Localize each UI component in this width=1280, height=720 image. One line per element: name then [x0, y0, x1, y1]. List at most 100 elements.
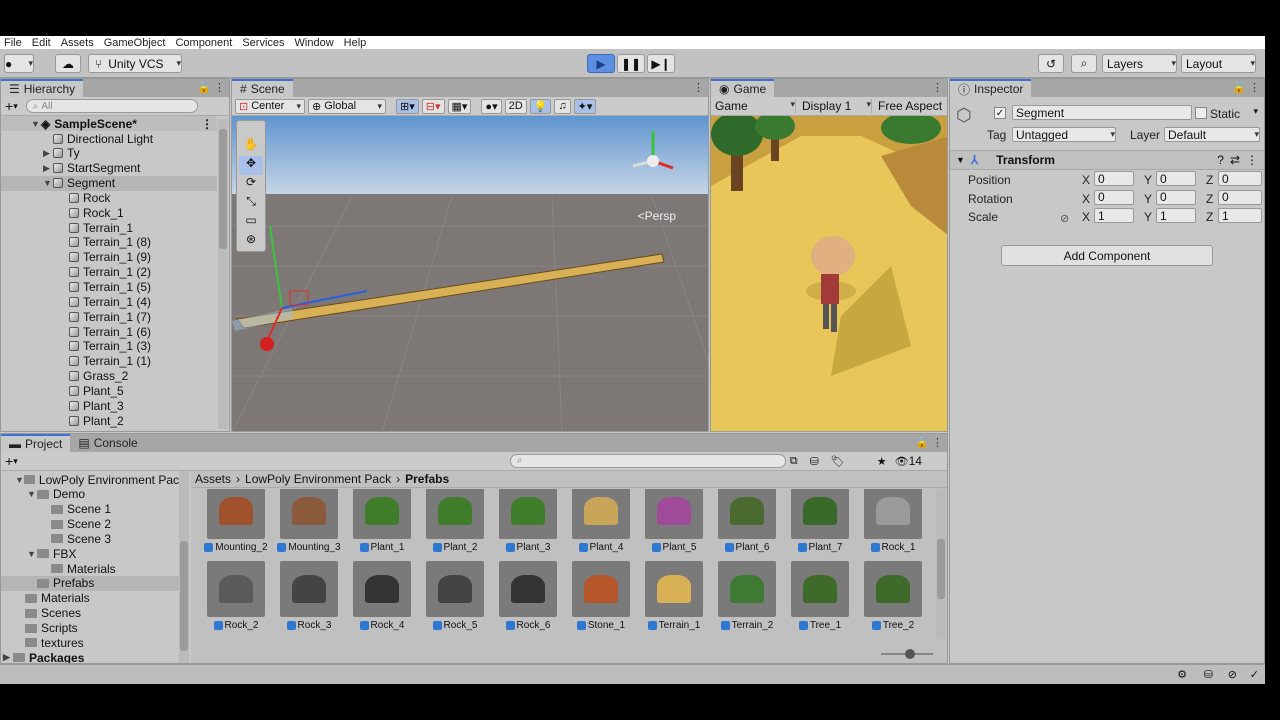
visibility-icon[interactable]: 👁: [895, 455, 909, 468]
search-filter-icon[interactable]: ⧉: [790, 455, 798, 468]
project-folder[interactable]: Scene 2: [1, 517, 179, 532]
active-checkbox[interactable]: ✓: [994, 107, 1006, 119]
foldout-icon[interactable]: ▼: [27, 489, 37, 499]
layer-dropdown[interactable]: Default: [1164, 127, 1260, 142]
menu-item-edit[interactable]: Edit: [32, 37, 51, 49]
step-button[interactable]: ▶❙: [647, 54, 675, 73]
slider-handle[interactable]: [905, 649, 915, 659]
add-icon[interactable]: +: [5, 453, 13, 469]
hierarchy-item[interactable]: Grass_2 (1): [1, 428, 217, 431]
panel-menu-icon[interactable]: 🔒 ⋮: [197, 81, 225, 94]
space-dropdown[interactable]: ⊕ Global: [308, 98, 386, 114]
project-folder[interactable]: Prefabs: [1, 575, 179, 591]
check-icon[interactable]: ✓: [1250, 668, 1259, 681]
scale-z-input[interactable]: 1: [1218, 208, 1262, 223]
filter-type-icon[interactable]: ⛁: [810, 455, 819, 468]
panel-menu-icon[interactable]: 🔒 ⋮: [1232, 81, 1260, 94]
favorite-icon[interactable]: ★: [877, 455, 887, 468]
project-folder[interactable]: Scenes: [1, 606, 179, 621]
asset-grid-scrollbar[interactable]: [936, 489, 946, 639]
hand-tool-icon[interactable]: ✋: [244, 137, 259, 156]
asset-item[interactable]: Plant_3: [495, 489, 561, 563]
panel-menu-icon[interactable]: ⋮: [932, 81, 943, 94]
more-icon[interactable]: ⋮: [201, 117, 213, 131]
asset-item[interactable]: Rock_2: [203, 561, 269, 641]
projection-label[interactable]: <Persp: [638, 209, 676, 223]
hierarchy-scrollbar[interactable]: [218, 119, 228, 429]
tab-scene[interactable]: # Scene: [232, 79, 293, 97]
hierarchy-item[interactable]: Directional Light: [1, 131, 217, 146]
hierarchy-item[interactable]: Terrain_1 (5): [1, 280, 217, 295]
project-folder[interactable]: Scene 1: [1, 502, 179, 517]
panel-menu-icon[interactable]: 🔒 ⋮: [915, 436, 943, 449]
asset-item[interactable]: Rock_6: [495, 561, 561, 641]
thumbnail-size-slider[interactable]: [881, 649, 933, 659]
tab-project[interactable]: ▬ Project: [1, 434, 71, 452]
game-render[interactable]: [711, 116, 947, 431]
tab-hierarchy[interactable]: ☰ Hierarchy: [1, 79, 84, 97]
asset-item[interactable]: Tree_1: [787, 561, 853, 641]
transform-header[interactable]: ▼ ⅄ Transform ? ⇄ ⋮: [950, 150, 1264, 170]
foldout-icon[interactable]: ▶: [3, 652, 13, 663]
tag-dropdown[interactable]: Untagged: [1012, 127, 1116, 142]
scale-tool-icon[interactable]: ⤡: [246, 194, 256, 213]
constrain-proportions-icon[interactable]: ⊘: [1060, 212, 1069, 225]
chevron-down-icon[interactable]: ▾: [13, 101, 18, 112]
asset-item[interactable]: Plant_1: [349, 489, 415, 563]
asset-item[interactable]: Terrain_2: [714, 561, 780, 641]
layers-dropdown[interactable]: Layers: [1102, 54, 1177, 73]
menu-item-gameobject[interactable]: GameObject: [104, 37, 166, 49]
asset-item[interactable]: Rock_4: [349, 561, 415, 641]
game-viewport[interactable]: [711, 116, 947, 431]
shading-mode-button[interactable]: ●▾: [481, 98, 502, 114]
project-folder[interactable]: ▼ FBX: [1, 546, 179, 561]
menu-item-file[interactable]: File: [4, 37, 22, 49]
aspect-dropdown[interactable]: Free Aspect: [871, 99, 942, 113]
audio-toggle[interactable]: ♫: [554, 98, 571, 114]
project-folder[interactable]: ▶ Packages: [1, 650, 179, 663]
static-checkbox[interactable]: [1195, 107, 1207, 119]
transform-tool-icon[interactable]: ⊛: [246, 232, 256, 251]
asset-item[interactable]: Mounting_3: [276, 489, 342, 563]
increment-snap-button[interactable]: ⊟▾: [421, 98, 445, 114]
foldout-icon[interactable]: ▼: [15, 475, 24, 485]
project-search-input[interactable]: ⌕: [509, 454, 786, 468]
bug-icon[interactable]: ⚙: [1177, 668, 1187, 681]
tab-console[interactable]: ▤ Console: [70, 434, 145, 452]
effects-toggle[interactable]: ✦▾: [573, 98, 597, 114]
cloud-button[interactable]: ☁: [55, 54, 81, 73]
hierarchy-item[interactable]: Plant_2: [1, 413, 217, 428]
add-icon[interactable]: +: [5, 98, 13, 114]
position-z-input[interactable]: 0: [1218, 171, 1262, 186]
orientation-gizmo[interactable]: [628, 126, 678, 186]
asset-item[interactable]: Rock_3: [276, 561, 342, 641]
filter-label-icon[interactable]: 🏷: [831, 455, 845, 468]
account-button[interactable]: ●: [4, 54, 34, 73]
breadcrumb-item[interactable]: Assets: [195, 472, 231, 486]
hierarchy-item[interactable]: Rock_1: [1, 205, 217, 220]
asset-item[interactable]: Stone_1: [568, 561, 634, 641]
scene-viewport[interactable]: ✋ ✥ ⟳ ⤡ ▭ ⊛ <Persp: [232, 116, 708, 431]
asset-item[interactable]: Terrain_1: [641, 561, 707, 641]
breadcrumb-item[interactable]: LowPoly Environment Pack: [245, 472, 391, 486]
layout-dropdown[interactable]: Layout: [1181, 54, 1256, 73]
project-folder[interactable]: Scripts: [1, 621, 179, 636]
panel-menu-icon[interactable]: ⋮: [693, 81, 704, 94]
foldout-icon[interactable]: ▶: [43, 148, 53, 159]
lighting-toggle[interactable]: 💡: [529, 98, 552, 114]
add-component-button[interactable]: Add Component: [1001, 245, 1213, 266]
search-button[interactable]: ⌕: [1071, 54, 1097, 73]
hierarchy-item[interactable]: Terrain_1 (7): [1, 309, 217, 324]
asset-item[interactable]: Rock_5: [422, 561, 488, 641]
project-folder[interactable]: ▼ Demo: [1, 487, 179, 502]
tab-inspector[interactable]: ⓘ Inspector: [950, 79, 1032, 97]
hierarchy-item[interactable]: Plant_5: [1, 383, 217, 398]
rect-tool-icon[interactable]: ▭: [245, 213, 256, 232]
foldout-icon[interactable]: ▼: [27, 549, 37, 559]
asset-item[interactable]: Plant_4: [568, 489, 634, 563]
hierarchy-item[interactable]: Grass_2: [1, 369, 217, 384]
hierarchy-item[interactable]: ▼ Segment: [1, 175, 217, 191]
hierarchy-item[interactable]: Terrain_1 (1): [1, 354, 217, 369]
pivot-dropdown[interactable]: ⊡ Center: [235, 98, 305, 114]
position-x-input[interactable]: 0: [1094, 171, 1134, 186]
